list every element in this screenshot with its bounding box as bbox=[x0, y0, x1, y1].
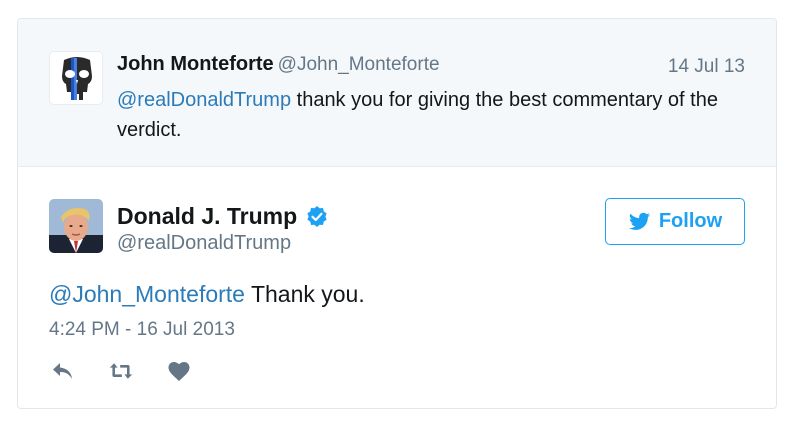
follow-button-label: Follow bbox=[658, 210, 723, 232]
retweet-button[interactable] bbox=[107, 359, 135, 383]
parent-tweet-text: @realDonaldTrump thank you for giving th… bbox=[117, 85, 737, 145]
main-author-handle[interactable]: @realDonaldTrump bbox=[117, 232, 291, 255]
parent-mention-link[interactable]: @realDonaldTrump bbox=[117, 89, 291, 111]
main-author-name[interactable]: Donald J. Trump bbox=[117, 203, 297, 230]
parent-tweet[interactable]: John Monteforte @John_Monteforte 14 Jul 1… bbox=[18, 19, 776, 167]
heart-icon bbox=[168, 362, 190, 381]
reply-button[interactable] bbox=[49, 359, 77, 383]
retweet-icon bbox=[109, 363, 133, 379]
main-tweet-text: @John_Monteforte Thank you. bbox=[49, 281, 365, 308]
main-mention-link[interactable]: @John_Monteforte bbox=[49, 281, 245, 307]
main-avatar[interactable] bbox=[49, 199, 103, 253]
parent-author[interactable]: John Monteforte @John_Monteforte bbox=[117, 53, 440, 76]
tweet-timestamp[interactable]: 4:24 PM - 16 Jul 2013 bbox=[49, 319, 235, 341]
parent-tweet-date[interactable]: 14 Jul 13 bbox=[668, 56, 745, 78]
parent-author-name[interactable]: John Monteforte bbox=[117, 53, 274, 75]
verified-badge-icon bbox=[307, 205, 327, 227]
main-tweet-body: Thank you. bbox=[244, 281, 365, 307]
like-button[interactable] bbox=[165, 359, 193, 383]
punisher-skull-icon bbox=[50, 52, 102, 104]
twitter-bird-icon bbox=[628, 212, 650, 230]
main-author-name-row[interactable]: Donald J. Trump bbox=[117, 203, 329, 230]
follow-button[interactable]: Follow bbox=[605, 198, 745, 245]
parent-avatar[interactable] bbox=[49, 51, 103, 105]
tweet-actions bbox=[49, 359, 193, 383]
reply-icon bbox=[53, 363, 72, 379]
portrait-avatar-icon bbox=[49, 199, 103, 253]
embedded-tweet-card: John Monteforte @John_Monteforte 14 Jul 1… bbox=[17, 18, 777, 409]
parent-author-handle[interactable]: @John_Monteforte bbox=[278, 54, 440, 75]
